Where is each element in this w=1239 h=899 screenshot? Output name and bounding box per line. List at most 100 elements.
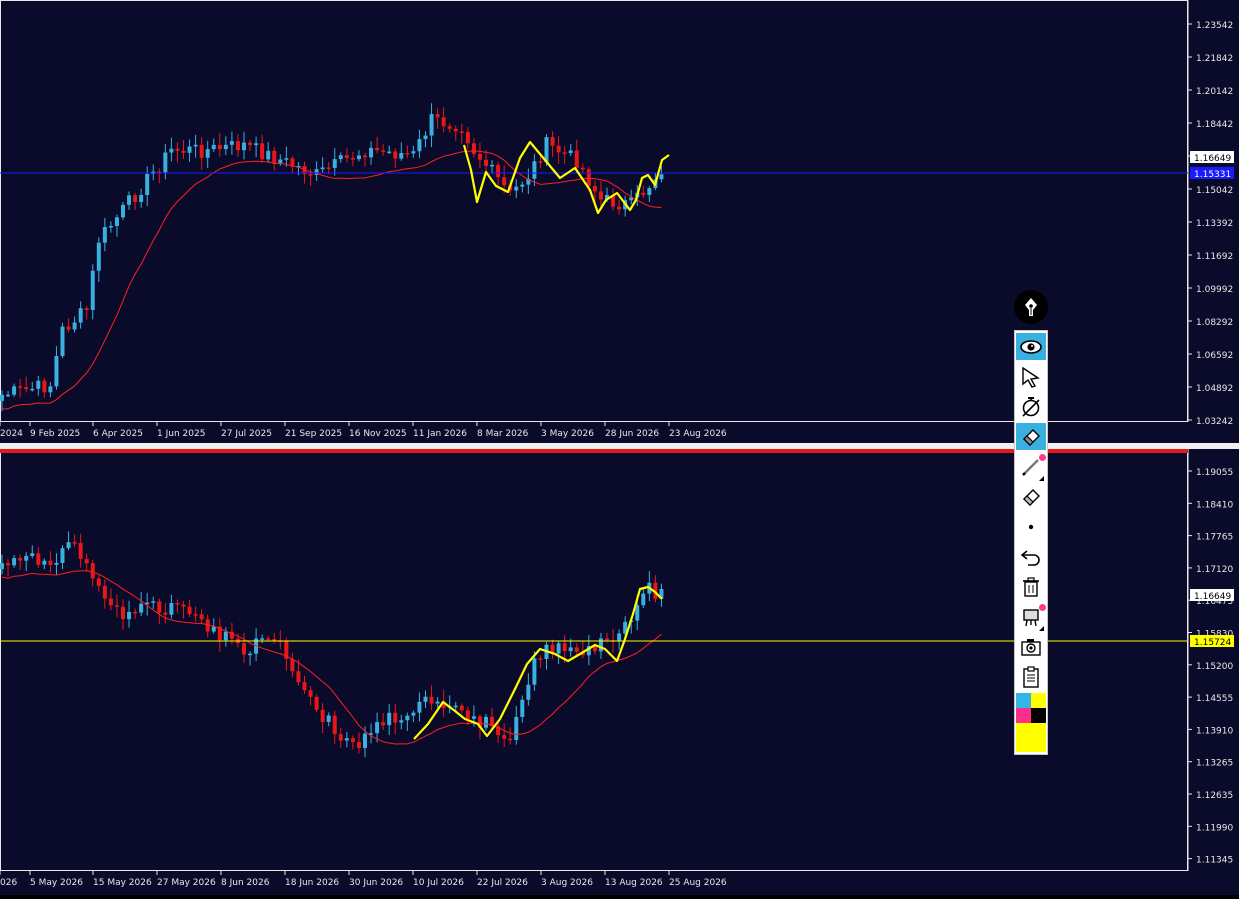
candle-body xyxy=(260,638,265,640)
candle-body xyxy=(36,380,41,389)
candle-body xyxy=(471,716,476,719)
candle-body xyxy=(248,653,253,656)
date-label: 8 Mar 2026 xyxy=(477,429,529,439)
candle-body xyxy=(205,149,210,158)
selected-color-swatch[interactable] xyxy=(1016,723,1046,752)
candle-body xyxy=(175,603,180,605)
price-label: 1.15042 xyxy=(1196,186,1233,196)
candle-body xyxy=(272,639,277,641)
color-swatch-yellow[interactable] xyxy=(1031,693,1046,708)
top-chart-pane[interactable]: 1.235421.218421.201421.184421.167421.150… xyxy=(0,0,1239,443)
candle-body xyxy=(375,722,380,734)
candle-body xyxy=(459,131,464,133)
bottom-chart-pane[interactable]: 1.19055 1.18410 1.17765 1.17120 1.16475 1.158… xyxy=(0,449,1239,895)
color-swatch-cyan[interactable] xyxy=(1016,693,1031,708)
candle-body xyxy=(477,153,482,160)
candle-body xyxy=(393,712,398,723)
candle-body xyxy=(387,151,392,154)
date-label: 21 Sep 2025 xyxy=(285,429,342,439)
candle-body xyxy=(48,386,53,393)
candle-body xyxy=(96,578,101,586)
candle-body xyxy=(405,152,410,155)
candle-body xyxy=(272,150,277,164)
candle-body xyxy=(145,173,150,196)
date-label: 5 May 2026 xyxy=(30,878,83,888)
cursor-arrow-icon[interactable] xyxy=(1016,363,1046,390)
color-swatch-black[interactable] xyxy=(1031,708,1046,723)
date-label: 18 Jun 2026 xyxy=(285,878,339,888)
dot-icon[interactable] xyxy=(1016,513,1046,540)
price-label: 1.11692 xyxy=(1196,252,1233,262)
price-label: 1.17120 xyxy=(1196,565,1233,575)
candle-body xyxy=(229,141,234,145)
candle-body xyxy=(411,151,416,154)
price-label: 1.13392 xyxy=(1196,219,1233,229)
price-label: 1.14555 xyxy=(1196,694,1233,704)
candle-body xyxy=(344,155,349,158)
price-label: 1.19055 xyxy=(1196,468,1233,478)
candle-body xyxy=(350,157,355,160)
clipboard-icon[interactable] xyxy=(1016,663,1046,690)
candle-body xyxy=(308,690,313,697)
pen-nib-logo-icon[interactable] xyxy=(1014,290,1048,324)
trash-icon[interactable] xyxy=(1016,573,1046,600)
candle-body xyxy=(363,155,367,158)
candle-body xyxy=(42,380,47,393)
candle-body xyxy=(332,159,337,168)
date-label: 3 Aug 2026 xyxy=(541,878,593,888)
date-label: 9 Feb 2025 xyxy=(30,429,80,439)
candle-body xyxy=(84,558,89,564)
candle-body xyxy=(175,148,180,151)
candle-body xyxy=(296,671,301,683)
candle-body xyxy=(42,560,47,565)
bottom-chart-canvas[interactable]: 1.190551.184101.177651.171201.164751.158… xyxy=(0,449,1239,895)
eraser-icon[interactable] xyxy=(1016,423,1046,450)
candle-body xyxy=(429,696,434,704)
candle-body xyxy=(108,225,113,228)
candle-body xyxy=(30,388,35,391)
candle-body xyxy=(102,585,107,599)
candle-body xyxy=(72,322,77,330)
top-chart-canvas[interactable]: 1.235421.218421.201421.184421.167421.150… xyxy=(0,0,1239,443)
candle-body xyxy=(356,741,361,749)
clear-submenu-corner-icon[interactable] xyxy=(1039,626,1044,631)
price-label: 1.17765 xyxy=(1196,533,1233,543)
candle-body xyxy=(0,394,4,401)
candle-body xyxy=(60,548,65,563)
candle-body xyxy=(550,137,555,146)
candle-body xyxy=(381,722,386,726)
color-swatch-magenta[interactable] xyxy=(1016,708,1031,723)
candle-body xyxy=(562,152,567,154)
date-label: 3 May 2026 xyxy=(541,429,594,439)
crossed-compass-icon[interactable] xyxy=(1016,393,1046,420)
price-label: 1.08292 xyxy=(1196,318,1233,328)
candle-body xyxy=(423,135,428,140)
price-label: 1.04892 xyxy=(1196,384,1233,394)
date-label: 1 Jun 2025 xyxy=(157,429,205,439)
undo-icon[interactable] xyxy=(1016,543,1046,570)
pen-submenu-corner-icon[interactable] xyxy=(1039,476,1044,481)
candle-body xyxy=(411,712,416,716)
candle-body xyxy=(114,605,119,607)
camera-icon[interactable] xyxy=(1016,633,1046,660)
bottom-pane-top-border xyxy=(0,449,1188,453)
candle-body xyxy=(465,710,470,719)
candle-body xyxy=(399,152,404,159)
candle-body xyxy=(435,701,440,704)
candle-body xyxy=(332,715,337,735)
candle-body xyxy=(538,658,543,660)
candle-body xyxy=(48,560,53,565)
candle-body xyxy=(290,658,295,672)
date-label: 16 Nov 2025 xyxy=(349,429,407,439)
price-label: 1.18410 xyxy=(1196,500,1233,510)
candle-body xyxy=(502,735,507,739)
eraser-outline-icon[interactable] xyxy=(1016,483,1046,510)
candle-body xyxy=(169,603,174,615)
candle-body xyxy=(496,164,501,178)
date-label: 8 Jun 2026 xyxy=(221,878,270,888)
candle-body xyxy=(199,144,204,158)
candle-body xyxy=(121,606,125,620)
candle-body xyxy=(308,174,313,176)
eye-icon[interactable] xyxy=(1016,333,1046,360)
price-label: 1.12635 xyxy=(1196,791,1233,801)
